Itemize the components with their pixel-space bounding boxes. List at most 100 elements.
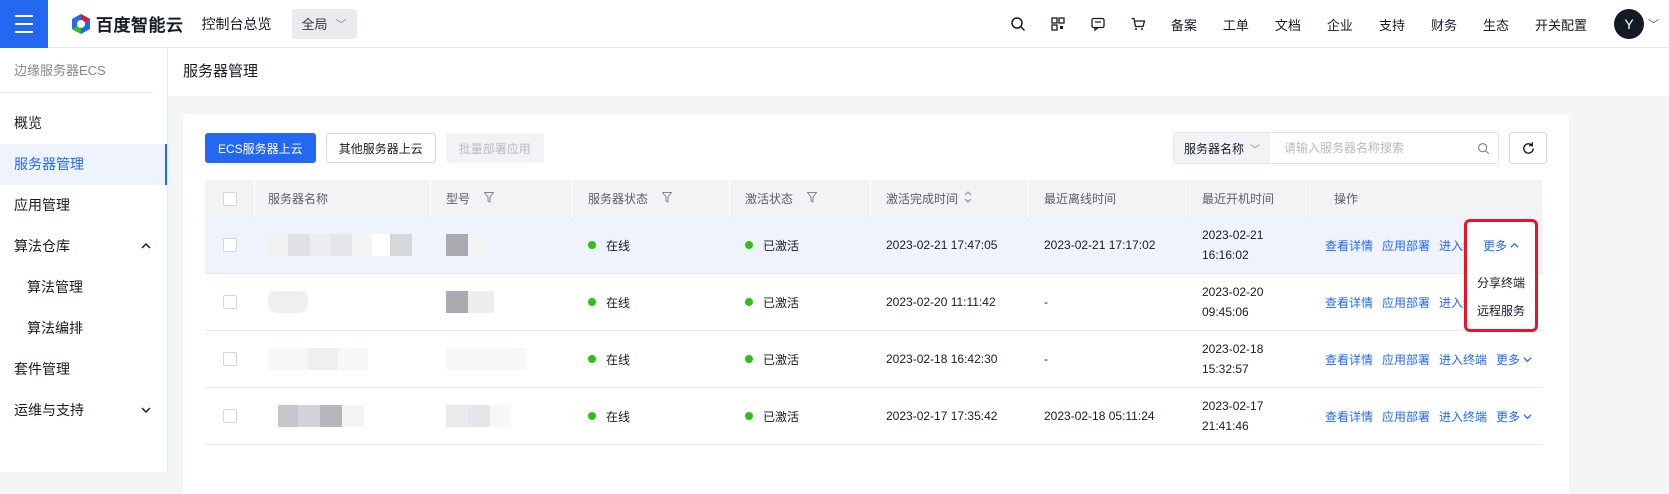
more-menu-highlight: 更多 分享终端 远程服务 [1464,219,1538,332]
search-box: 服务器名称 ﹀ [1173,132,1499,164]
sidebar-item-suite-management[interactable]: 套件管理 [0,349,167,390]
enter-terminal-link[interactable]: 进入终端 [1439,351,1487,368]
header-label: 操作 [1334,192,1359,206]
filter-icon[interactable] [806,191,818,206]
sort-icon[interactable] [964,191,972,206]
offline-at: 2023-02-18 05:11:24 [1044,409,1155,423]
region-select[interactable]: 全局 ﹀ [291,8,357,39]
status-dot [745,298,753,306]
row-checkbox[interactable] [205,274,255,330]
user-avatar[interactable]: Y [1614,9,1644,39]
row-checkbox[interactable] [205,388,255,444]
row-ops: 查看详情 应用部署 进入终端 更多 [1310,388,1543,444]
filter-icon[interactable] [483,191,495,206]
model-redacted [431,331,573,387]
chevron-down-icon: ﹀ [335,18,347,31]
sidebar-item-algorithm-repo[interactable]: 算法仓库 [0,226,167,267]
chevron-down-icon: ﹀ [1250,144,1261,156]
activation-status: 已激活 [730,388,871,444]
chevron-down-icon[interactable]: ﹀ [1648,16,1659,32]
activated-at: 2023-02-20 11:11:42 [886,295,996,309]
view-detail-link[interactable]: 查看详情 [1325,408,1373,425]
app-deploy-link[interactable]: 应用部署 [1382,408,1430,425]
nav-switch-config[interactable]: 开关配置 [1535,15,1587,34]
server-name-redacted[interactable] [255,217,431,273]
search-type-value: 服务器名称 [1184,141,1245,156]
server-status: 在线 [573,331,730,387]
server-name-redacted[interactable] [255,331,431,387]
view-detail-link[interactable]: 查看详情 [1325,351,1373,368]
server-table: 服务器名称 型号 服务器状态 激活状态 激活完成时间 最近离线时间 最近开机时间… [205,180,1543,445]
nav-finance[interactable]: 财务 [1431,15,1457,34]
app-deploy-link[interactable]: 应用部署 [1382,351,1430,368]
more-dropdown[interactable]: 更多 [1496,351,1532,368]
other-upload-button[interactable]: 其他服务器上云 [325,133,436,163]
row-checkbox[interactable] [205,331,255,387]
offline-at: 2023-02-21 17:17:02 [1044,238,1156,252]
menu-item-remote-service[interactable]: 远程服务 [1467,296,1535,324]
activation-text: 已激活 [763,352,800,367]
col-header-status: 服务器状态 [573,180,730,217]
qrcode-icon[interactable] [1038,16,1078,32]
more-dropdown[interactable]: 更多 [1496,408,1532,425]
chevron-down-icon [1523,413,1532,419]
sidebar-item-algorithm-orchestration[interactable]: 算法编排 [0,308,167,349]
server-name-redacted[interactable] [255,274,431,330]
offline-at: - [1044,352,1048,366]
toolbar: ECS服务器上云 其他服务器上云 批量部署应用 服务器名称 ﹀ [205,132,1547,164]
sidebar-item-algorithm-management[interactable]: 算法管理 [0,267,167,308]
message-icon[interactable] [1078,16,1118,32]
search-icon[interactable] [1468,142,1498,155]
nav-docs[interactable]: 文档 [1275,15,1301,34]
more-label: 更多 [1496,409,1521,424]
sidebar-item-label: 应用管理 [14,197,70,213]
menu-icon[interactable] [0,0,48,48]
app-deploy-link[interactable]: 应用部署 [1382,294,1430,311]
select-all-checkbox[interactable] [205,180,255,217]
sidebar-item-server-management[interactable]: 服务器管理 [0,144,167,185]
nav-ticket[interactable]: 工单 [1223,15,1249,34]
table-header: 服务器名称 型号 服务器状态 激活状态 激活完成时间 最近离线时间 最近开机时间… [205,180,1543,217]
sidebar-item-overview[interactable]: 概览 [0,103,167,144]
boot-date: 2023-02-20 [1202,285,1264,299]
more-label: 更多 [1496,352,1521,367]
boot-at: 2023-02-18 15:32:57 [1187,331,1310,387]
search-type-select[interactable]: 服务器名称 ﹀ [1174,133,1271,163]
console-overview-link[interactable]: 控制台总览 [202,14,272,34]
view-detail-link[interactable]: 查看详情 [1325,294,1373,311]
app-deploy-link[interactable]: 应用部署 [1382,237,1430,254]
search-icon[interactable] [998,16,1038,32]
view-detail-link[interactable]: 查看详情 [1325,237,1373,254]
col-header-model: 型号 [431,180,573,217]
ecs-upload-button[interactable]: ECS服务器上云 [205,133,316,163]
nav-beian[interactable]: 备案 [1171,15,1197,34]
search-input[interactable] [1270,133,1468,163]
row-checkbox[interactable] [205,217,255,273]
chevron-down-icon [1523,356,1532,362]
server-name-redacted[interactable] [255,388,431,444]
sidebar-item-ops-support[interactable]: 运维与支持 [0,390,167,431]
col-header-activated-at: 激活完成时间 [871,180,1029,217]
activation-text: 已激活 [763,409,800,424]
nav-support[interactable]: 支持 [1379,15,1405,34]
nav-ecosystem[interactable]: 生态 [1483,15,1509,34]
batch-deploy-button[interactable]: 批量部署应用 [445,133,544,163]
refresh-button[interactable] [1509,132,1547,164]
boot-date: 2023-02-17 [1202,399,1264,413]
status-text: 在线 [606,409,631,424]
activated-at: 2023-02-21 17:47:05 [886,238,998,252]
filter-icon[interactable] [661,191,673,206]
enter-terminal-link[interactable]: 进入终端 [1439,408,1487,425]
nav-enterprise[interactable]: 企业 [1327,15,1353,34]
col-header-offline-at: 最近离线时间 [1029,180,1187,217]
sidebar-item-app-management[interactable]: 应用管理 [0,185,167,226]
header-label: 激活完成时间 [886,192,959,206]
cart-icon[interactable] [1118,16,1158,32]
menu-item-share-terminal[interactable]: 分享终端 [1467,268,1535,296]
model-redacted [431,274,573,330]
header-label: 服务器名称 [268,192,329,206]
more-dropdown-open[interactable]: 更多 [1467,222,1535,268]
brand-logo[interactable]: 百度智能云 [70,11,184,36]
status-text: 在线 [606,352,631,367]
table-row: 在线 已激活 2023-02-18 16:42:30 - 2023-02-18 1… [205,331,1543,388]
